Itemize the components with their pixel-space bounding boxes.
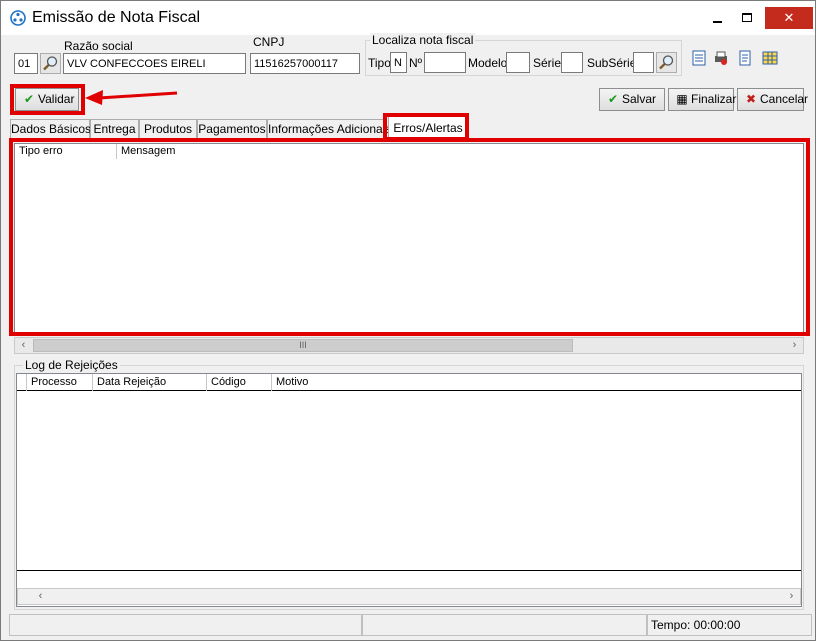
cancel-x-icon: ✖ [745,92,757,106]
tab-pagamentos[interactable]: Pagamentos [197,119,267,139]
grid-highlight-box [9,138,810,336]
cancelar-label: Cancelar [760,92,809,106]
errors-horizontal-scrollbar[interactable]: ‹ III › [14,337,804,354]
red-arrow-annotation [85,90,178,105]
log-rejeicoes-title: Log de Rejeições [23,358,120,372]
status-panel-2 [362,614,647,636]
document-icon[interactable] [736,49,754,67]
close-button[interactable]: ✕ [765,7,813,29]
razao-social-label: Razão social [64,39,133,53]
salvar-label: Salvar [622,92,657,106]
scroll-left-icon[interactable]: ‹ [15,338,32,353]
tab-dados-basicos[interactable]: Dados Básicos [10,119,91,139]
tab-produtos[interactable]: Produtos [139,119,197,139]
status-panel-1 [9,614,362,636]
scroll-right-icon[interactable]: › [786,338,803,353]
maximize-icon [742,13,752,22]
column-codigo[interactable]: Código [207,374,272,391]
validar-highlight-box [10,84,85,115]
status-tempo: Tempo: 00:00:00 [647,614,812,636]
finalizar-button[interactable]: ▦ Finalizar [668,88,737,111]
qrcode-icon: ▦ [676,92,688,106]
checkmark-icon: ✔ [607,92,619,106]
serie-label: Série [533,56,562,70]
status-bar: Tempo: 00:00:00 [9,614,812,636]
app-icon [10,10,26,26]
minimize-icon [713,21,722,23]
numero-field[interactable] [424,52,466,73]
subserie-field[interactable] [633,52,654,73]
list-icon[interactable] [690,49,708,67]
scroll-left-icon[interactable]: ‹ [32,589,49,604]
scroll-thumb[interactable]: III [33,339,573,352]
close-icon: ✕ [783,10,795,25]
scroll-thumb-grip: III [299,340,307,350]
grid-icon[interactable] [761,49,779,67]
column-processo[interactable]: Processo [27,374,93,391]
magnifier-icon [659,55,674,70]
razao-social-field[interactable] [63,53,246,74]
log-horizontal-scrollbar[interactable]: ‹ › [17,588,801,605]
tab-informacoes-adicionais[interactable]: Informações Adicionais [267,119,391,139]
cnpj-field[interactable] [250,53,360,74]
column-indicator [17,374,27,391]
code-field[interactable] [14,53,38,74]
localiza-nota-title: Localiza nota fiscal [370,33,476,47]
subserie-label: SubSérie [587,56,637,70]
tab-entrega[interactable]: Entrega [90,119,139,139]
printer-icon[interactable] [712,49,730,67]
scroll-right-icon[interactable]: › [783,589,800,604]
search-company-button[interactable] [40,53,61,74]
serie-field[interactable] [561,52,583,73]
modelo-field[interactable] [506,52,530,73]
column-data-rejeicao[interactable]: Data Rejeição [93,374,207,391]
window-title: Emissão de Nota Fiscal [32,9,201,26]
log-grid-footer-line [17,570,801,571]
salvar-button[interactable]: ✔ Salvar [599,88,665,111]
magnifier-icon [43,56,58,71]
tipo-label: Tipo [368,56,391,70]
column-motivo[interactable]: Motivo [272,374,572,391]
tab-highlight-box [383,113,469,141]
numero-label: Nº [409,56,423,70]
modelo-label: Modelo [468,56,508,70]
cnpj-label: CNPJ [253,35,285,49]
title-bar: Emissão de Nota Fiscal ✕ [1,1,815,35]
log-grid-header: Processo Data Rejeição Código Motivo [17,374,801,391]
cancelar-button[interactable]: ✖ Cancelar [737,88,808,111]
search-nota-button[interactable] [656,52,677,73]
maximize-button[interactable] [723,7,769,29]
main-window: Emissão de Nota Fiscal ✕ Razão social CN… [0,0,816,641]
tipo-field[interactable] [390,52,407,73]
finalizar-label: Finalizar [691,92,737,106]
log-grid[interactable]: Processo Data Rejeição Código Motivo ‹ › [16,373,802,607]
